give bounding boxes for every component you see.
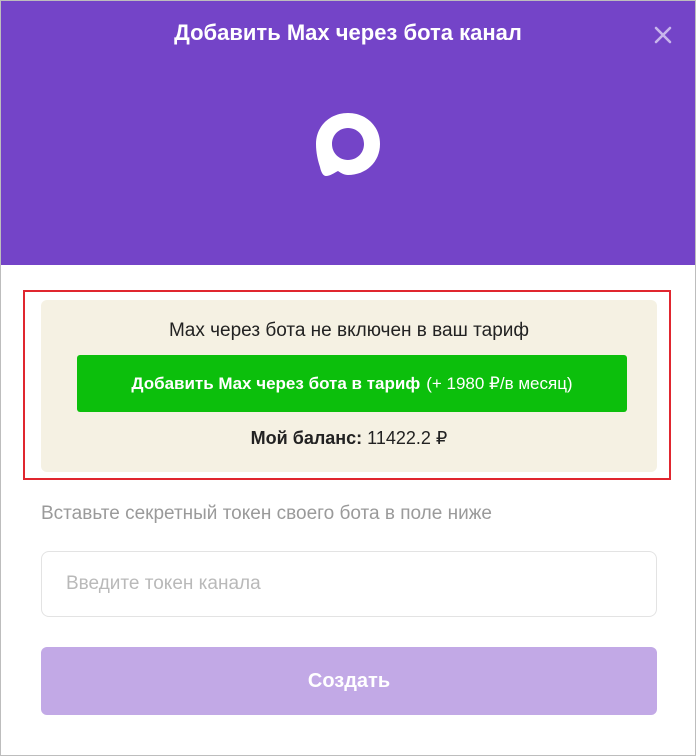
add-to-tariff-label: Добавить Max через бота в тариф: [131, 373, 421, 393]
close-button[interactable]: [647, 19, 679, 51]
add-to-tariff-button[interactable]: Добавить Max через бота в тариф (+ 1980 …: [77, 355, 627, 412]
balance-value: 11422.2 ₽: [367, 428, 448, 448]
close-icon: [654, 26, 672, 44]
balance-label: Мой баланс:: [250, 428, 363, 448]
modal-header: Добавить Max через бота канал: [1, 1, 695, 265]
token-hint: Вставьте секретный токен своего бота в п…: [41, 503, 492, 524]
modal-title: Добавить Max через бота канал: [174, 20, 522, 45]
max-logo-icon: [316, 113, 380, 176]
token-input[interactable]: [41, 551, 657, 617]
balance: Мой баланс: 11422.2 ₽: [41, 428, 657, 449]
add-to-tariff-price: (+ 1980 ₽/в месяц): [426, 373, 573, 393]
add-channel-modal: Добавить Max через бота канал Max через …: [0, 0, 696, 756]
tariff-notice: Max через бота не включен в ваш тариф До…: [41, 300, 657, 472]
create-button[interactable]: Создать: [41, 647, 657, 715]
tariff-notice-message: Max через бота не включен в ваш тариф: [168, 320, 530, 341]
